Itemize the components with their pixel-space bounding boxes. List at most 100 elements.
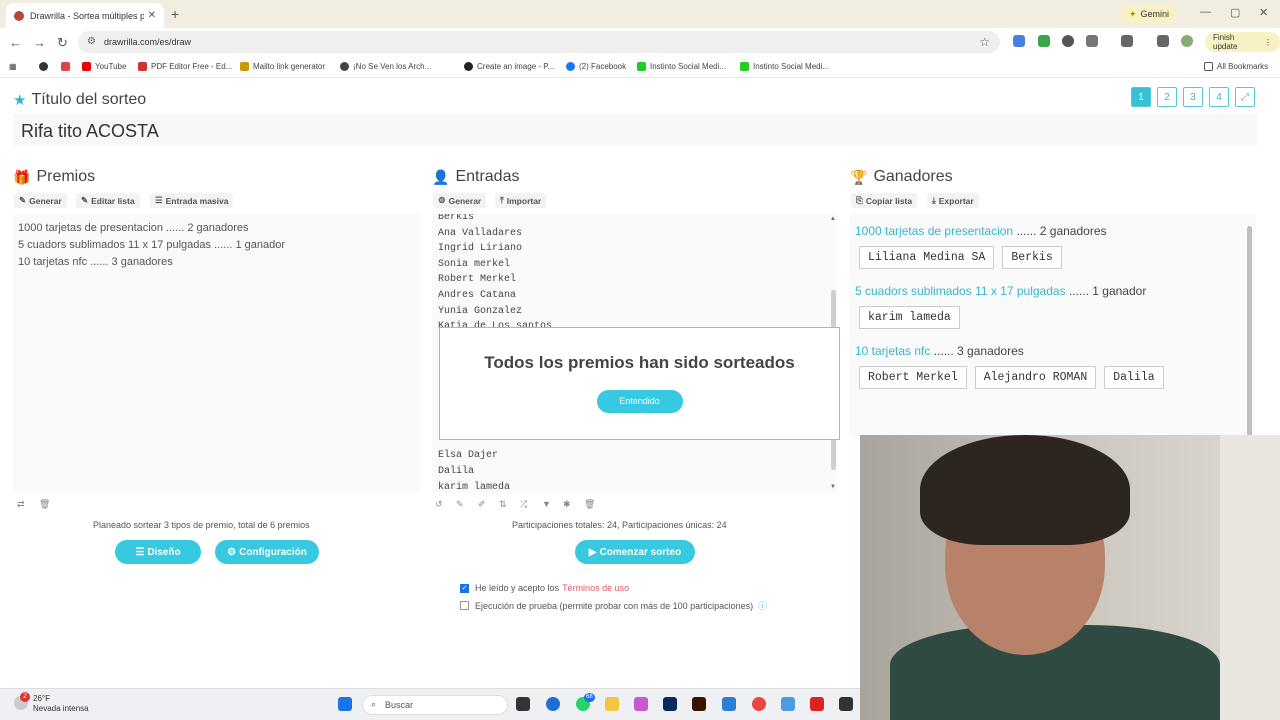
editar-lista-button[interactable]: ✎ Editar lista — [76, 193, 140, 208]
winner-group: 10 tarjetas nfc ...... 3 ganadores Rober… — [855, 344, 1251, 389]
undo-icon[interactable]: ↺ — [435, 499, 443, 510]
draw-complete-modal: Todos los premios han sido sorteados Ent… — [439, 327, 840, 440]
scroll-down-icon[interactable]: ▼ — [830, 484, 836, 490]
trial-checkbox[interactable] — [460, 601, 469, 610]
kebab-menu-icon: ⋮ — [1264, 37, 1272, 47]
puzzle-extensions-icon[interactable] — [1086, 35, 1098, 47]
profile-avatar[interactable] — [1181, 35, 1193, 47]
copiar-lista-button[interactable]: ⎘ Copiar lista — [851, 193, 918, 208]
page-3-button[interactable]: 3 — [1183, 87, 1203, 107]
entradas-summary: Participaciones totales: 24, Participaci… — [512, 520, 727, 530]
asterisk-icon[interactable]: ✱ — [563, 499, 571, 510]
windows-start-icon[interactable] — [338, 697, 352, 711]
taskbar-search[interactable]: ⌕ Buscar — [362, 695, 508, 715]
back-icon[interactable]: ← — [9, 35, 22, 50]
comenzar-sorteo-button[interactable]: ▶ Comenzar sorteo — [575, 540, 695, 564]
photos-icon[interactable] — [722, 697, 736, 711]
copilot-icon[interactable] — [634, 697, 648, 711]
terms-checkbox[interactable]: ✓ — [460, 583, 469, 593]
exportar-button[interactable]: ⤓ Exportar — [927, 193, 979, 208]
ganadores-scrollbar[interactable] — [1247, 226, 1252, 436]
bookmark-chrome-icon[interactable] — [39, 62, 52, 71]
winner-chip: Robert Merkel — [859, 366, 967, 389]
app-icon[interactable] — [839, 697, 853, 711]
bookmark-create-image[interactable]: Create an image - P... — [464, 62, 554, 71]
search-icon: ⌕ — [371, 699, 377, 709]
translate-extension-icon[interactable] — [1013, 35, 1025, 47]
shuffle-entries-icon[interactable]: ⤮ — [520, 499, 527, 510]
filter-icon[interactable]: ▼ — [542, 499, 551, 509]
file-explorer-icon[interactable] — [605, 697, 619, 711]
ganadores-panel: 1000 tarjetas de presentacion ...... 2 g… — [850, 214, 1256, 436]
close-tab-icon[interactable]: ✕ — [148, 10, 156, 21]
bookmark-gmail-icon[interactable] — [61, 62, 74, 71]
forward-icon[interactable]: → — [33, 35, 46, 50]
shuffle-icon[interactable]: ⇄ — [17, 499, 25, 510]
winner-chip: Liliana Medina SA — [859, 246, 995, 269]
bookmark-label: (2) Facebook — [579, 62, 627, 71]
extension-icon[interactable] — [1062, 35, 1074, 47]
importar-button[interactable]: ⤒ Importar — [495, 193, 547, 208]
edit-icon: ✎ — [81, 195, 89, 205]
sliders-icon: ☰ — [135, 546, 145, 558]
premios-generar-button[interactable]: ✎ Generar — [14, 193, 67, 208]
edit-entries-icon[interactable]: ✎ — [456, 499, 464, 510]
page-2-button[interactable]: 2 — [1157, 87, 1177, 107]
bookmark-archivos[interactable]: ¡No Se Ven los Arch... — [340, 62, 431, 71]
close-window-icon[interactable]: ✕ — [1259, 6, 1268, 19]
page-4-button[interactable]: 4 — [1209, 87, 1229, 107]
address-bar[interactable]: ⚙ drawrilla.com/es/draw ☆ — [78, 31, 1000, 53]
cast-icon[interactable] — [1121, 35, 1133, 47]
media-icon[interactable] — [1157, 35, 1169, 47]
weather-widget[interactable]: 26°F Nevada intensa — [33, 694, 89, 714]
bookmark-facebook[interactable]: (2) Facebook — [566, 62, 626, 71]
reload-icon[interactable]: ↻ — [57, 35, 68, 51]
trash-entries-icon[interactable]: 🗑 — [584, 499, 595, 510]
new-tab-icon[interactable]: + — [171, 6, 179, 22]
diseno-button[interactable]: ☰ Diseño — [115, 540, 201, 564]
site-info-icon[interactable]: ⚙ — [87, 36, 96, 47]
pen-extension-icon[interactable] — [1038, 35, 1050, 47]
terms-checkbox-row[interactable]: ✓ He leído y acepto los Términos de uso — [460, 583, 629, 593]
gemini-button[interactable]: ✦ Gemini — [1121, 5, 1178, 23]
bookmark-pdf-editor[interactable]: PDF Editor Free - Ed... — [138, 62, 232, 71]
bookmark-instinto-1[interactable]: Instinto Social Medi... — [637, 62, 726, 71]
premios-list[interactable]: 1000 tarjetas de presentacion ...... 2 g… — [13, 214, 420, 492]
magic-icon[interactable]: ✐ — [478, 499, 486, 510]
bookmark-mailto[interactable]: Mailto link generator — [240, 62, 325, 71]
snipping-icon[interactable] — [781, 697, 795, 711]
sort-icon[interactable]: ⇅ — [499, 499, 507, 510]
entradas-generar-button[interactable]: ⚙ Generar — [433, 193, 487, 208]
terms-link[interactable]: Términos de uso — [562, 583, 629, 593]
restore-icon[interactable]: ▢ — [1230, 6, 1240, 19]
apps-grid-icon[interactable]: ▦ — [9, 62, 17, 71]
page-1-button[interactable]: 1 — [1131, 87, 1151, 107]
browser-tab[interactable]: Drawrilla - Sortea múltiples pre ✕ — [6, 3, 164, 28]
photoshop-icon[interactable] — [663, 697, 677, 711]
webcam-door — [1220, 435, 1280, 720]
configuracion-button[interactable]: ⚙ Configuración — [215, 540, 319, 564]
scroll-up-icon[interactable]: ▲ — [830, 216, 836, 222]
finish-update-button[interactable]: Finish update ⋮ — [1205, 32, 1280, 52]
bookmark-instinto-2[interactable]: Instinto Social Medi... — [740, 62, 829, 71]
bookmark-youtube[interactable]: YouTube — [82, 62, 126, 71]
configuracion-label: Configuración — [239, 546, 307, 558]
page-switcher: 1 2 3 4 ⤢ — [1131, 87, 1255, 107]
entradas-generar-label: Generar — [448, 195, 482, 206]
all-bookmarks[interactable]: All Bookmarks — [1204, 62, 1268, 71]
draw-title-input[interactable]: Rifa tito ACOSTA — [13, 114, 1257, 146]
entrada-masiva-button[interactable]: ☰ Entrada masiva — [150, 193, 234, 208]
fullscreen-icon[interactable]: ⤢ — [1235, 87, 1255, 107]
illustrator-icon[interactable] — [692, 697, 706, 711]
info-icon[interactable]: ⓘ — [758, 599, 767, 612]
acrobat-icon[interactable] — [810, 697, 824, 711]
bookmark-star-icon[interactable]: ☆ — [979, 35, 990, 49]
prize-line: 1000 tarjetas de presentacion ...... 2 g… — [18, 222, 249, 234]
app-icon[interactable] — [546, 697, 560, 711]
trial-checkbox-row[interactable]: Ejecución de prueba (permite probar con … — [460, 599, 767, 612]
task-view-icon[interactable] — [516, 697, 530, 711]
minimize-icon[interactable]: — — [1200, 6, 1211, 18]
entendido-button[interactable]: Entendido — [596, 390, 683, 413]
trash-icon[interactable]: 🗑 — [39, 499, 50, 510]
chrome-icon[interactable] — [752, 697, 766, 711]
